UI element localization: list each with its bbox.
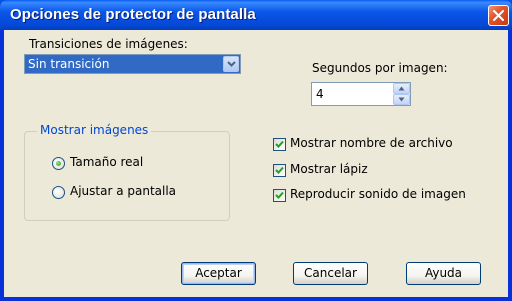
radio-actual-size-label[interactable]: Tamaño real	[70, 155, 143, 169]
close-button[interactable]	[488, 5, 509, 26]
spin-down-icon	[398, 97, 405, 102]
checkbox-show-filename[interactable]	[273, 138, 286, 151]
seconds-input[interactable]: 4	[311, 82, 411, 106]
transitions-dropdown-button[interactable]	[223, 56, 239, 72]
transitions-label: Transiciones de imágenes:	[29, 37, 188, 51]
checkbox-play-sound-label[interactable]: Reproducir sonido de imagen	[290, 187, 466, 201]
dialog-window: Opciones de protector de pantalla Transi…	[0, 0, 512, 301]
checkbox-show-filename-label[interactable]: Mostrar nombre de archivo	[290, 136, 453, 150]
seconds-up-button[interactable]	[393, 83, 410, 94]
show-images-legend: Mostrar imágenes	[37, 123, 152, 137]
dropdown-arrow-icon	[227, 61, 236, 67]
frame-left	[0, 30, 4, 301]
checkbox-show-pen-label[interactable]: Mostrar lápiz	[290, 162, 368, 176]
seconds-down-button[interactable]	[393, 94, 410, 105]
transitions-select[interactable]: Sin transición	[24, 54, 241, 74]
seconds-value: 4	[316, 87, 324, 101]
cancel-button[interactable]: Cancelar	[293, 262, 368, 285]
radio-selected-dot	[56, 161, 61, 166]
seconds-label: Segundos por imagen:	[312, 61, 448, 75]
checkmark-icon	[275, 166, 284, 174]
ok-button[interactable]: Aceptar	[181, 262, 256, 285]
frame-right	[508, 30, 512, 301]
radio-fit-screen[interactable]	[52, 186, 65, 199]
transitions-selected-value: Sin transición	[28, 57, 110, 71]
radio-fit-screen-label[interactable]: Ajustar a pantalla	[70, 184, 176, 198]
checkmark-icon	[275, 191, 284, 199]
title-bar[interactable]: Opciones de protector de pantalla	[0, 0, 512, 30]
checkbox-play-sound[interactable]	[273, 189, 286, 202]
checkbox-show-pen[interactable]	[273, 164, 286, 177]
radio-actual-size[interactable]	[52, 157, 65, 170]
window-title: Opciones de protector de pantalla	[10, 6, 256, 23]
help-button[interactable]: Ayuda	[406, 262, 481, 285]
show-images-group	[24, 131, 230, 221]
checkmark-icon	[275, 140, 284, 148]
spin-up-icon	[398, 86, 405, 91]
close-icon	[493, 10, 504, 21]
